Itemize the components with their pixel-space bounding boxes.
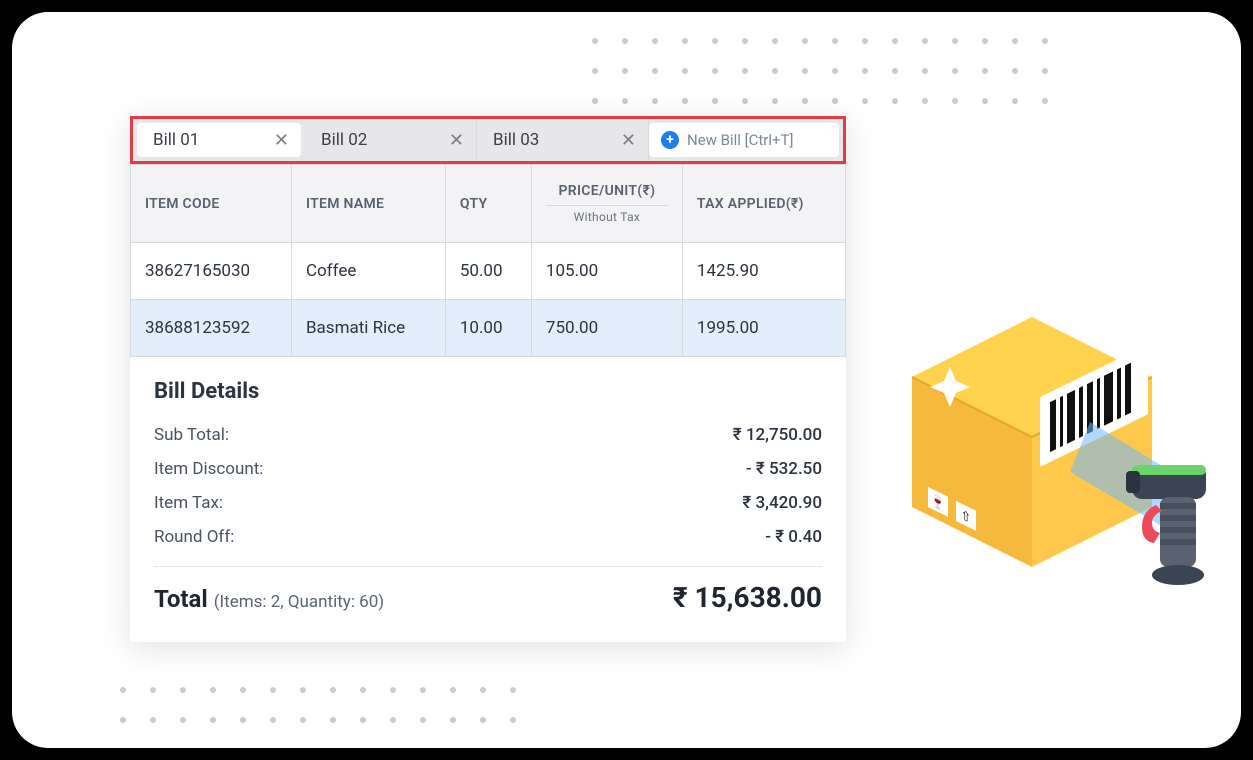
tab-bill-02[interactable]: Bill 02 ✕ [305,119,477,161]
details-heading: Bill Details [154,379,822,404]
row-subtotal: Sub Total: ₹ 12,750.00 [154,418,822,452]
divider [154,566,822,567]
new-bill-label: New Bill [Ctrl+T] [687,131,793,149]
close-icon[interactable]: ✕ [621,130,636,151]
cell-tax: 1995.00 [682,300,845,357]
dot-grid-bottom [120,687,516,723]
total-meta: (Items: 2, Quantity: 60) [214,592,385,612]
tab-label: Bill 01 [153,130,199,150]
close-icon[interactable]: ✕ [274,130,289,151]
tab-label: Bill 02 [321,130,367,150]
total-value: ₹ 15,638.00 [673,581,822,614]
col-item-name: ITEM NAME [291,165,445,243]
row-total: Total (Items: 2, Quantity: 60) ₹ 15,638.… [154,581,822,614]
col-item-code: ITEM CODE [131,165,292,243]
tab-bar: Bill 01 ✕ Bill 02 ✕ Bill 03 ✕ + New Bill… [130,116,846,164]
col-qty: QTY [445,165,531,243]
bill-details: Bill Details Sub Total: ₹ 12,750.00 Item… [130,357,846,642]
tab-bill-01[interactable]: Bill 01 ✕ [137,123,301,157]
cell-qty: 50.00 [445,243,531,300]
new-bill-button[interactable]: + New Bill [Ctrl+T] [649,123,839,157]
bill-window: Bill 01 ✕ Bill 02 ✕ Bill 03 ✕ + New Bill… [130,116,846,642]
cell-code: 38627165030 [131,243,292,300]
row-discount: Item Discount: - ₹ 532.50 [154,452,822,486]
cell-name: Coffee [291,243,445,300]
cell-price: 105.00 [531,243,682,300]
total-label: Total [154,585,208,613]
app-card: Bill 01 ✕ Bill 02 ✕ Bill 03 ✕ + New Bill… [12,12,1241,748]
table-row[interactable]: 38688123592 Basmati Rice 10.00 750.00 19… [131,300,846,357]
tab-label: Bill 03 [493,130,539,150]
col-tax: TAX APPLIED(₹) [682,165,845,243]
barcode-scanner-illustration: 🍷 ⇧ [872,247,1212,627]
row-roundoff: Round Off: - ₹ 0.40 [154,520,822,554]
cell-code: 38688123592 [131,300,292,357]
dot-grid-top [592,38,1048,104]
cell-name: Basmati Rice [291,300,445,357]
cell-tax: 1425.90 [682,243,845,300]
cell-price: 750.00 [531,300,682,357]
tab-bill-03[interactable]: Bill 03 ✕ [477,119,649,161]
col-price: PRICE/UNIT(₹) Without Tax [531,165,682,243]
cell-qty: 10.00 [445,300,531,357]
row-tax: Item Tax: ₹ 3,420.90 [154,486,822,520]
items-table: ITEM CODE ITEM NAME QTY PRICE/UNIT(₹) Wi… [130,164,846,357]
close-icon[interactable]: ✕ [449,130,464,151]
table-row[interactable]: 38627165030 Coffee 50.00 105.00 1425.90 [131,243,846,300]
plus-icon: + [661,131,679,149]
